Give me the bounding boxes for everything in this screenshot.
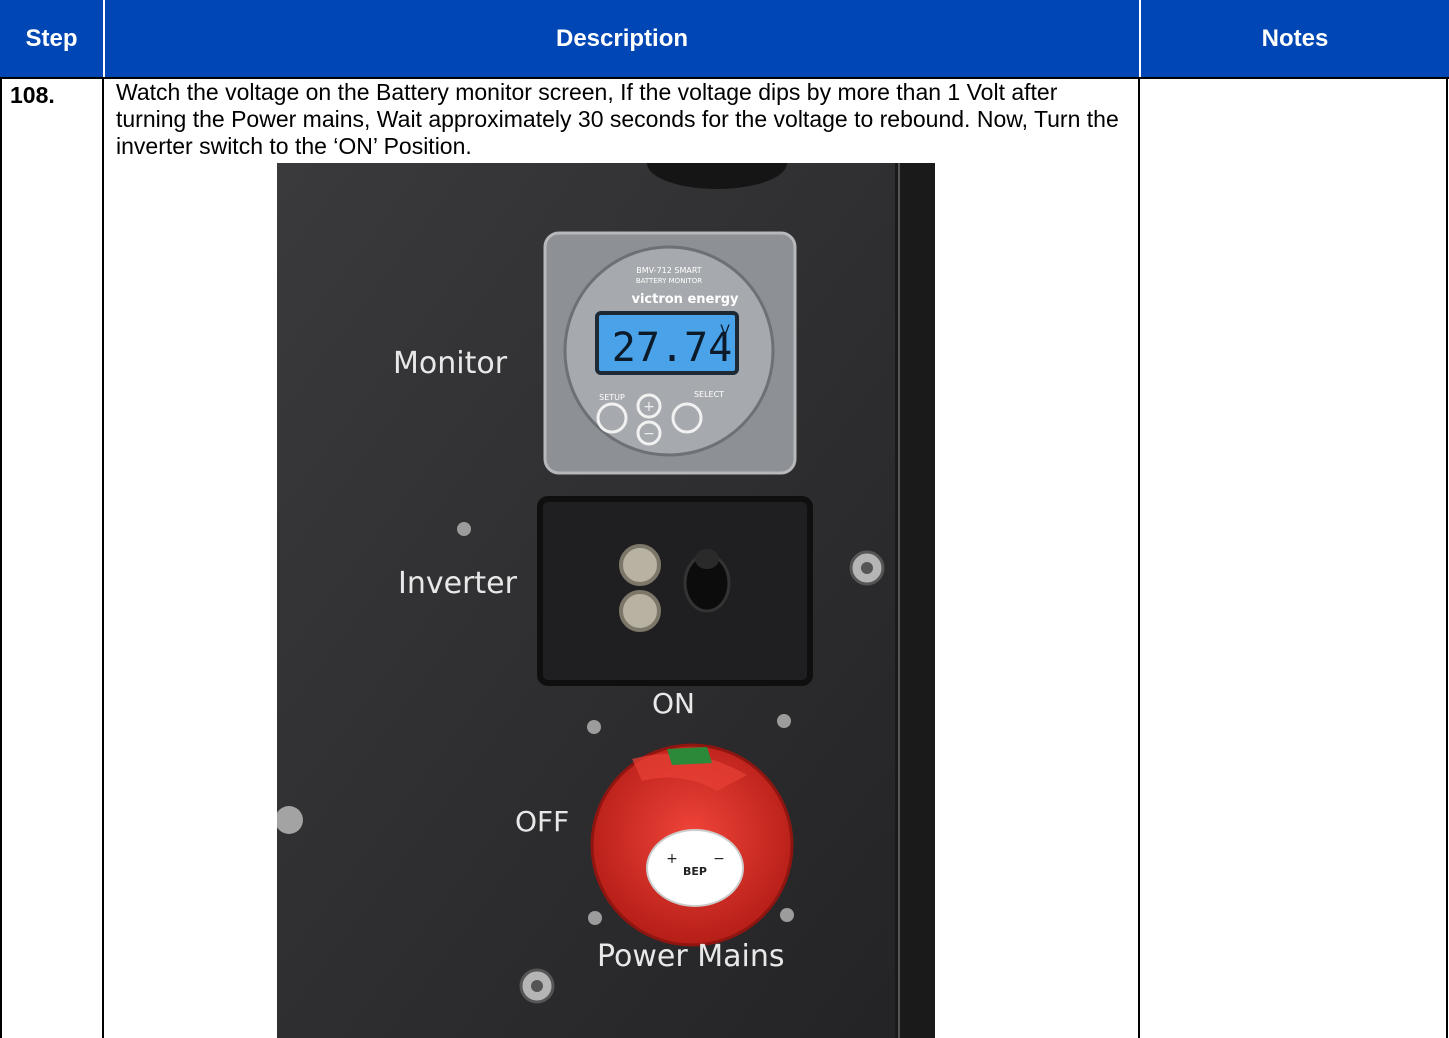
svg-text:+: +	[643, 399, 655, 415]
select-label: SELECT	[694, 390, 724, 399]
switch-logo: BEP	[683, 865, 707, 878]
header-notes: Notes	[1139, 0, 1449, 77]
monitor-label: Monitor	[393, 346, 508, 381]
procedure-table: Step Description Notes 108. Watch the vo…	[0, 0, 1449, 1038]
step-number: 108.	[10, 82, 55, 108]
step-description: Watch the voltage on the Battery monitor…	[116, 79, 1119, 159]
panel-frame-edge	[895, 163, 935, 1038]
setup-label: SETUP	[599, 393, 625, 402]
off-label: OFF	[515, 805, 569, 838]
ac-output-button	[619, 544, 661, 586]
inverter-panel	[537, 496, 813, 686]
monitor-brand: victron energy	[631, 292, 739, 307]
table-border-desc	[1138, 77, 1140, 1038]
battery-monitor: BMV-712 SMART BATTERY MONITOR victron en…	[543, 231, 797, 475]
screw-icon	[780, 908, 794, 922]
svg-text:+: +	[666, 851, 678, 867]
inverter-label: Inverter	[398, 566, 518, 601]
svg-text:−: −	[643, 426, 655, 442]
header-description: Description	[103, 0, 1139, 77]
power-mains-switch: BEP + −	[590, 743, 794, 947]
screw-icon	[587, 720, 601, 734]
monitor-unit: V	[720, 323, 730, 339]
table-border-right	[1446, 77, 1448, 1038]
table-border-left	[0, 77, 2, 1038]
battery-panel-photo: BMV-712 SMART BATTERY MONITOR victron en…	[277, 163, 935, 1038]
power-mains-label: Power Mains	[597, 939, 785, 974]
screw-icon	[457, 522, 471, 536]
on-label: ON	[652, 687, 695, 720]
table-border-step	[102, 77, 104, 1038]
monitor-subtitle: BATTERY MONITOR	[636, 277, 702, 285]
monitor-reading: 27.74	[612, 325, 732, 371]
screw-icon	[588, 911, 602, 925]
monitor-model: BMV-712 SMART	[636, 266, 702, 275]
svg-text:−: −	[713, 851, 725, 867]
screw-icon	[777, 714, 791, 728]
fault-button	[619, 590, 661, 632]
header-step: Step	[0, 0, 103, 77]
